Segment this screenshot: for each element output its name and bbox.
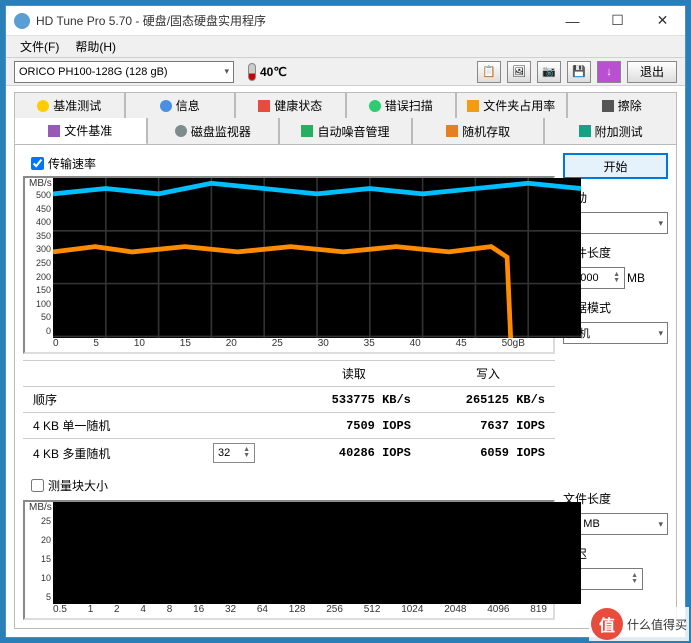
threads-spinner[interactable]: 32▲▼ bbox=[213, 443, 255, 463]
screenshot-button[interactable]: 📷 bbox=[537, 61, 561, 83]
window-title: HD Tune Pro 5.70 - 硬盘/固态硬盘实用程序 bbox=[36, 12, 550, 29]
result-row-4kb-single: 4 KB 单一随机7509 IOPS7637 IOPS bbox=[23, 413, 555, 439]
transfer-chart: MB/s ms 500450400350300250200150100500 5… bbox=[23, 176, 555, 354]
blocksize-chart: 读取 写入 MB/s 252015105 0.51248163264128256… bbox=[23, 500, 555, 620]
menu-file[interactable]: 文件(F) bbox=[12, 36, 67, 57]
tab-folder-usage[interactable]: 文件夹占用率 bbox=[456, 92, 567, 118]
tab-file-benchmark[interactable]: 文件基准 bbox=[14, 118, 147, 144]
tab-aam[interactable]: 自动噪音管理 bbox=[279, 118, 412, 144]
tab-row-2: 文件基准 磁盘监视器 自动噪音管理 随机存取 附加测试 bbox=[14, 118, 677, 144]
tab-disk-monitor[interactable]: 磁盘监视器 bbox=[147, 118, 280, 144]
menubar: 文件(F) 帮助(H) bbox=[6, 36, 685, 58]
chart2-yaxis: 252015105 bbox=[25, 502, 53, 604]
tab-benchmark[interactable]: 基准测试 bbox=[14, 92, 125, 118]
chart1-yaxis-left: 500450400350300250200150100500 bbox=[25, 178, 53, 338]
tab-random-access[interactable]: 随机存取 bbox=[412, 118, 545, 144]
chart1-canvas bbox=[53, 178, 581, 338]
result-row-sequential: 顺序533775 KB/s265125 KB/s bbox=[23, 387, 555, 413]
filelen-unit: MB bbox=[627, 271, 645, 285]
transfer-rate-label: 传输速率 bbox=[48, 155, 96, 172]
watermark-logo: 值 bbox=[591, 608, 623, 640]
blocksize-checkbox[interactable] bbox=[31, 479, 44, 492]
chart1-xaxis: 05101520253035404550gB bbox=[25, 338, 553, 352]
app-window: HD Tune Pro 5.70 - 硬盘/固态硬盘实用程序 — ☐ ✕ 文件(… bbox=[5, 5, 686, 638]
menu-help[interactable]: 帮助(H) bbox=[67, 36, 124, 57]
minimize-button[interactable]: — bbox=[550, 6, 595, 36]
col-write: 写入 bbox=[421, 361, 555, 387]
options-button[interactable]: ↓ bbox=[597, 61, 621, 83]
chart2-xaxis: 0.51248163264128256512102420484096819 bbox=[25, 604, 553, 618]
tab-error-scan[interactable]: 错误扫描 bbox=[346, 92, 457, 118]
tab-erase[interactable]: 擦除 bbox=[567, 92, 678, 118]
result-row-4kb-multi: 4 KB 多重随机32▲▼40286 IOPS6059 IOPS bbox=[23, 439, 555, 468]
close-button[interactable]: ✕ bbox=[640, 6, 685, 36]
exit-button[interactable]: 退出 bbox=[627, 61, 677, 83]
drive-select-value: ORICO PH100-128G (128 gB) bbox=[19, 66, 168, 78]
watermark-text: 什么值得买 bbox=[627, 616, 687, 633]
col-read: 读取 bbox=[287, 361, 421, 387]
temperature-value: 40℃ bbox=[260, 65, 287, 79]
blocksize-label: 测量块大小 bbox=[48, 477, 108, 494]
content-area: 传输速率 MB/s ms 500450400350300250200150100… bbox=[14, 144, 677, 629]
toolbar: ORICO PH100-128G (128 gB)▾ 40℃ 📋 🖼 📷 💾 ↓… bbox=[6, 58, 685, 86]
app-icon bbox=[14, 13, 30, 29]
titlebar: HD Tune Pro 5.70 - 硬盘/固态硬盘实用程序 — ☐ ✕ bbox=[6, 6, 685, 36]
tab-extra-tests[interactable]: 附加测试 bbox=[544, 118, 677, 144]
tab-info[interactable]: 信息 bbox=[125, 92, 236, 118]
temperature-display: 40℃ bbox=[248, 63, 287, 81]
watermark: 值 什么值得买 bbox=[589, 607, 689, 641]
copy-info-button[interactable]: 📋 bbox=[477, 61, 501, 83]
save-button[interactable]: 💾 bbox=[567, 61, 591, 83]
thermometer-icon bbox=[248, 63, 256, 81]
chart2-canvas bbox=[53, 502, 581, 604]
copy-screenshot-button[interactable]: 🖼 bbox=[507, 61, 531, 83]
transfer-rate-checkbox[interactable] bbox=[31, 157, 44, 170]
maximize-button[interactable]: ☐ bbox=[595, 6, 640, 36]
tab-health[interactable]: 健康状态 bbox=[235, 92, 346, 118]
start-button[interactable]: 开始 bbox=[563, 153, 668, 179]
tab-row-1: 基准测试 信息 健康状态 错误扫描 文件夹占用率 擦除 bbox=[14, 92, 677, 118]
drive-select[interactable]: ORICO PH100-128G (128 gB)▾ bbox=[14, 61, 234, 83]
results-table: 读取写入 顺序533775 KB/s265125 KB/s 4 KB 单一随机7… bbox=[23, 360, 555, 467]
